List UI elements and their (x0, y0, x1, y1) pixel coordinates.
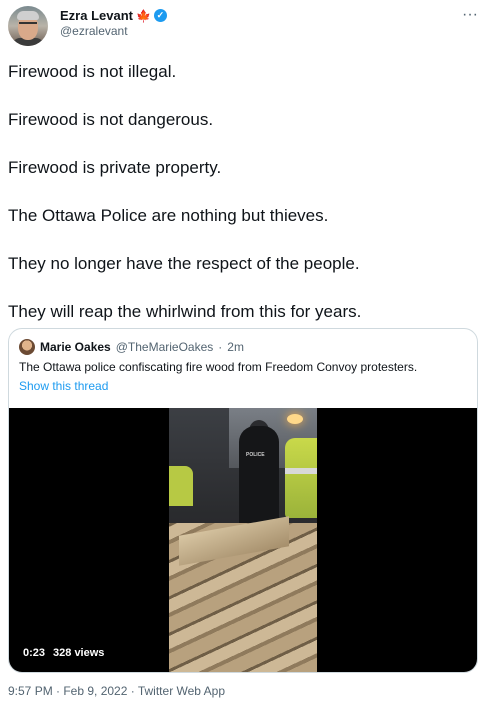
author-display-name[interactable]: Ezra Levant (60, 8, 133, 23)
tweet-header: Ezra Levant 🍁 ✓ @ezralevant ··· (8, 6, 482, 50)
quoted-author-name: Marie Oakes (40, 340, 111, 354)
maple-leaf-icon: 🍁 (135, 8, 151, 23)
separator-dot: · (218, 340, 223, 354)
video-frame: POLICE (169, 408, 317, 672)
quoted-author-handle: @TheMarieOakes (115, 340, 214, 354)
quoted-timestamp: 2m (227, 340, 244, 354)
quoted-tweet[interactable]: Marie Oakes @TheMarieOakes · 2m The Otta… (8, 328, 478, 673)
quoted-author-avatar (19, 339, 35, 355)
author-avatar[interactable] (8, 6, 48, 46)
tweet-line: Firewood is private property. (8, 158, 222, 177)
video-meta: 0:23 328 views (23, 647, 104, 659)
quoted-tweet-text: The Ottawa police confiscating fire wood… (19, 360, 418, 374)
video-duration: 0:23 (23, 647, 46, 659)
author-handle[interactable]: @ezralevant (60, 24, 167, 38)
tweet-line: They will reap the whirlwind from this f… (8, 302, 362, 321)
quoted-tweet-header: Marie Oakes @TheMarieOakes · 2m (19, 339, 244, 355)
more-icon[interactable]: ··· (462, 6, 478, 24)
show-thread-link[interactable]: Show this thread (19, 379, 108, 393)
author-info: Ezra Levant 🍁 ✓ @ezralevant (60, 8, 167, 38)
tweet-line: The Ottawa Police are nothing but thieve… (8, 206, 329, 225)
video-player[interactable]: POLICE 0:23 328 views (9, 408, 477, 672)
tweet-line: Firewood is not illegal. (8, 62, 177, 81)
tweet-body: Firewood is not illegal. Firewood is not… (8, 60, 478, 348)
tweet-line: They no longer have the respect of the p… (8, 254, 360, 273)
tweet-timestamp[interactable]: 9:57 PM · Feb 9, 2022 · Twitter Web App (8, 684, 225, 698)
tweet-line: Firewood is not dangerous. (8, 110, 214, 129)
video-views: 328 views (53, 647, 105, 659)
verified-badge-icon: ✓ (153, 9, 167, 22)
